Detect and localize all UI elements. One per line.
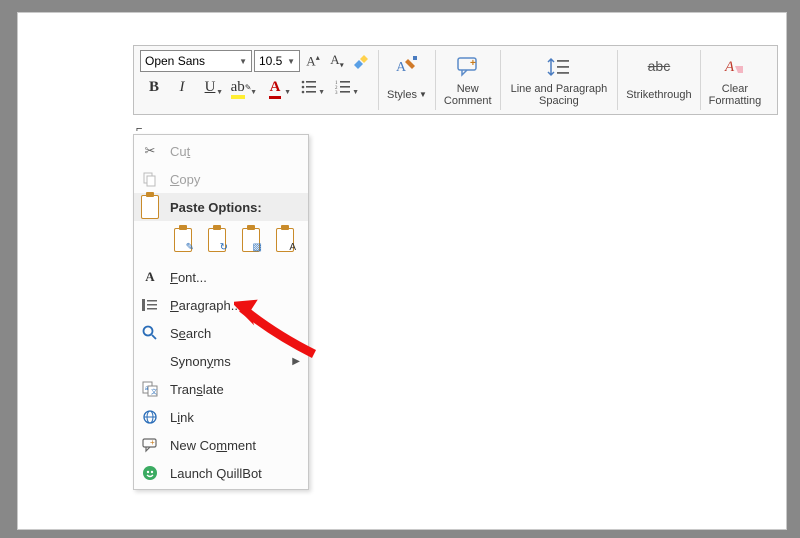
- chevron-right-icon: ▶: [292, 356, 300, 367]
- strikethrough-icon: abc: [646, 54, 672, 80]
- document-page: Open Sans ▼ 10.5 ▼ A▴ A▾ B I: [17, 12, 787, 530]
- paste-merge[interactable]: ↻: [204, 225, 230, 255]
- font-group: Open Sans ▼ 10.5 ▼ A▴ A▾ B I: [134, 46, 378, 114]
- paragraph-icon: [140, 295, 160, 315]
- bullets-button[interactable]: ▼: [292, 75, 326, 99]
- clipboard-icon: [140, 197, 160, 217]
- ctx-new-comment-label: New Comment: [170, 438, 256, 453]
- italic-button[interactable]: I: [168, 75, 196, 99]
- styles-label: Styles: [387, 89, 417, 101]
- clear-formatting-button[interactable]: A Clear Formatting: [701, 46, 770, 114]
- comment-icon: +: [455, 54, 481, 80]
- svg-text:+: +: [150, 438, 155, 447]
- quillbot-icon: [140, 463, 160, 483]
- font-icon: A: [140, 267, 160, 287]
- styles-button[interactable]: A Styles▼: [379, 46, 435, 114]
- svg-text:+: +: [470, 58, 476, 69]
- comment-icon: +: [140, 435, 160, 455]
- highlight-button[interactable]: ab ✎ ▼: [224, 75, 258, 99]
- blank-icon: [140, 351, 160, 371]
- search-icon: [140, 323, 160, 343]
- ctx-cut-label: Cut: [170, 144, 190, 159]
- ctx-synonyms-label: Synonyms: [170, 354, 231, 369]
- ctx-search-label: Search: [170, 326, 211, 341]
- translate-icon: a文: [140, 379, 160, 399]
- ctx-quillbot[interactable]: Launch QuillBot: [134, 459, 308, 487]
- paste-picture[interactable]: ▧: [238, 225, 264, 255]
- strikethrough-label: Strikethrough: [626, 89, 691, 101]
- clear-formatting-label: Clear Formatting: [709, 83, 762, 107]
- ribbon-toolbar: Open Sans ▼ 10.5 ▼ A▴ A▾ B I: [133, 45, 778, 115]
- copy-icon: [140, 169, 160, 189]
- numbering-button[interactable]: 123 ▼: [326, 75, 360, 99]
- ctx-paste-options-header: Paste Options:: [134, 193, 308, 221]
- paste-options-row: ✎ ↻ ▧ A: [134, 221, 308, 263]
- new-comment-label: New Comment: [444, 83, 492, 107]
- paste-keep-source[interactable]: ✎: [170, 225, 196, 255]
- line-spacing-button[interactable]: Line and Paragraph Spacing: [501, 46, 618, 114]
- context-menu: ✂ Cut Copy Paste Options: ✎ ↻ ▧ A A Font…: [133, 134, 309, 490]
- svg-text:文: 文: [151, 388, 157, 396]
- underline-button[interactable]: U▼: [196, 75, 224, 99]
- ctx-font-label: Font...: [170, 270, 207, 285]
- chevron-down-icon: ▼: [239, 57, 247, 66]
- ctx-translate-label: Translate: [170, 382, 224, 397]
- grow-font-button[interactable]: A▴: [302, 50, 324, 72]
- strikethrough-button[interactable]: abc Strikethrough: [618, 46, 699, 114]
- font-color-button[interactable]: A ▼: [258, 75, 292, 99]
- ctx-link[interactable]: Link: [134, 403, 308, 431]
- ctx-paragraph[interactable]: Paragraph...: [134, 291, 308, 319]
- ctx-synonyms[interactable]: Synonyms ▶: [134, 347, 308, 375]
- ctx-translate[interactable]: a文 Translate: [134, 375, 308, 403]
- ctx-paragraph-label: Paragraph...: [170, 298, 242, 313]
- ctx-search[interactable]: Search: [134, 319, 308, 347]
- line-spacing-icon: [546, 54, 572, 80]
- ctx-copy[interactable]: Copy: [134, 165, 308, 193]
- chevron-down-icon: ▼: [287, 57, 295, 66]
- ctx-paste-options-label: Paste Options:: [170, 200, 262, 215]
- scissors-icon: ✂: [140, 141, 160, 161]
- shrink-font-button[interactable]: A▾: [326, 50, 348, 72]
- line-spacing-label: Line and Paragraph Spacing: [511, 83, 608, 107]
- ctx-quillbot-label: Launch QuillBot: [170, 466, 262, 481]
- bold-button[interactable]: B: [140, 75, 168, 99]
- font-size-selector[interactable]: 10.5 ▼: [254, 50, 300, 72]
- ctx-copy-label: Copy: [170, 172, 200, 187]
- ctx-cut[interactable]: ✂ Cut: [134, 137, 308, 165]
- font-name-value: Open Sans: [145, 54, 205, 68]
- ctx-new-comment[interactable]: + New Comment: [134, 431, 308, 459]
- clear-formatting-icon: A: [722, 54, 748, 80]
- svg-text:A: A: [724, 59, 735, 75]
- ctx-link-label: Link: [170, 410, 194, 425]
- link-icon: [140, 407, 160, 427]
- font-size-value: 10.5: [259, 54, 282, 68]
- font-name-selector[interactable]: Open Sans ▼: [140, 50, 252, 72]
- styles-icon: A: [394, 54, 420, 80]
- paste-text-only[interactable]: A: [272, 225, 298, 255]
- clear-highlight-button[interactable]: [350, 50, 372, 72]
- svg-text:3: 3: [335, 91, 338, 94]
- new-comment-button[interactable]: + New Comment: [436, 46, 500, 114]
- ctx-font[interactable]: A Font...: [134, 263, 308, 291]
